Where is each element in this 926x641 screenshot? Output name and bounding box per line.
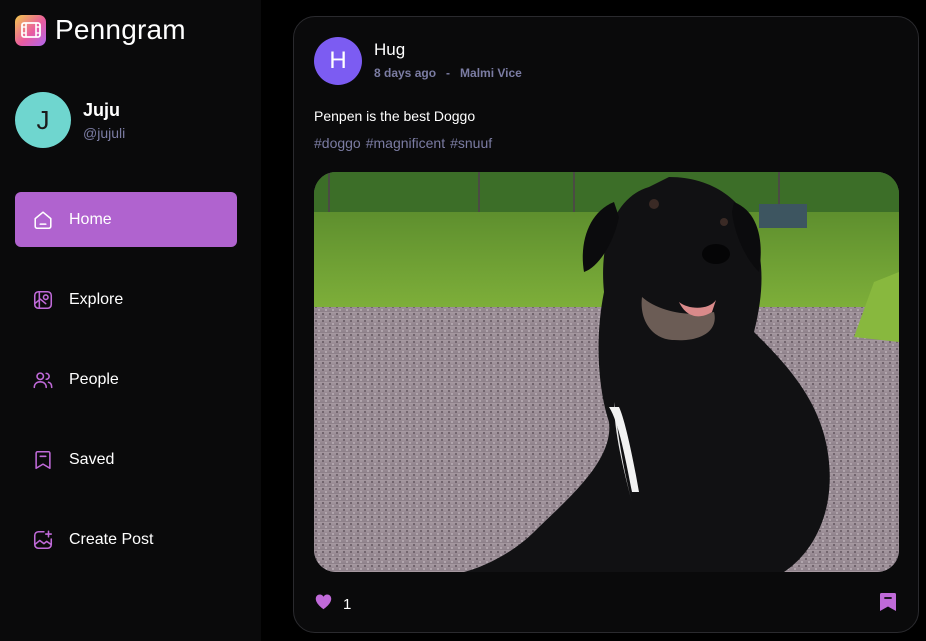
sidebar-item-people[interactable]: People <box>15 352 237 407</box>
add-image-icon <box>31 528 55 552</box>
post-meta: 8 days ago - Malmi Vice <box>374 66 522 80</box>
sidebar-item-label: Saved <box>69 450 115 468</box>
like-group: 1 <box>314 593 351 615</box>
post-image[interactable] <box>314 172 899 572</box>
profile-name: Juju <box>83 99 121 120</box>
sidebar-nav: Home Explore People Saved Create Post <box>15 192 237 592</box>
post-location: Malmi Vice <box>460 66 522 80</box>
tag[interactable]: #snuuf <box>450 135 492 151</box>
avatar: J <box>15 92 71 148</box>
post-card: H Hug 8 days ago - Malmi Vice Penpen is … <box>293 16 919 633</box>
heart-icon[interactable] <box>314 593 333 615</box>
profile-handle: @jujuli <box>83 124 126 141</box>
sidebar-item-explore[interactable]: Explore <box>15 272 237 327</box>
post-caption: Penpen is the best Doggo <box>314 108 476 124</box>
bookmark-icon <box>31 448 55 472</box>
logo[interactable]: Penngram <box>15 14 186 46</box>
film-icon <box>15 14 46 46</box>
bookmark-icon[interactable] <box>879 592 897 617</box>
sidebar-item-home[interactable]: Home <box>15 192 237 247</box>
sidebar-item-saved[interactable]: Saved <box>15 432 237 487</box>
sidebar-item-label: People <box>69 370 119 388</box>
people-icon <box>31 368 55 392</box>
app-name: Penngram <box>55 14 186 45</box>
meta-separator: - <box>446 66 451 80</box>
home-icon <box>31 208 55 232</box>
sidebar-item-label: Explore <box>69 290 124 308</box>
like-count: 1 <box>343 595 352 613</box>
post-time: 8 days ago <box>374 66 437 80</box>
tag[interactable]: #magnificent <box>366 135 445 151</box>
post-tags: #doggo #magnificent #snuuf <box>314 135 492 151</box>
sidebar-item-label: Home <box>69 210 112 228</box>
sidebar-item-label: Create Post <box>69 530 154 548</box>
sidebar-item-create-post[interactable]: Create Post <box>15 512 237 567</box>
profile-card[interactable]: J Juju @jujuli <box>15 92 125 148</box>
tag[interactable]: #doggo <box>314 135 361 151</box>
sidebar: Penngram J Juju @jujuli Home Explore Peo… <box>0 0 261 641</box>
post-author[interactable]: Hug <box>374 40 405 60</box>
author-avatar[interactable]: H <box>314 37 362 85</box>
gallery-icon <box>31 288 55 312</box>
app: Penngram J Juju @jujuli Home Explore Peo… <box>0 0 926 641</box>
